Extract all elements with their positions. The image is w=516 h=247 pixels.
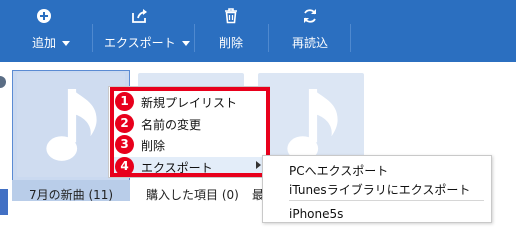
refresh-icon [280,8,340,26]
reload-button[interactable]: 再読込 [280,0,340,62]
toolbar: 追加 エクスポート 削除 再読込 [0,0,516,62]
add-button[interactable]: 追加 [20,0,82,62]
toolbar-separator [194,24,195,52]
reload-label: 再読込 [291,36,328,50]
menu-item-export[interactable]: エクスポート [141,159,213,176]
menu-item-new-playlist[interactable]: 新規プレイリスト [141,94,237,111]
trash-icon [206,8,256,26]
chevron-down-icon [181,41,190,46]
menu-item-delete[interactable]: 削除 [141,137,165,154]
submenu-item-export-itunes[interactable]: iTunesライブラリにエクスポート [289,181,470,198]
playlist-title: 7月の新曲 (11) [29,188,114,202]
step-number-badge: 4 [115,157,134,176]
delete-label: 削除 [218,36,243,50]
menu-item-rename[interactable]: 名前の変更 [141,116,201,133]
export-button[interactable]: エクスポート [104,0,190,62]
toolbar-separator [350,24,351,52]
sidebar [0,62,8,247]
sidebar-indicator[interactable] [0,76,6,88]
step-number-badge: 2 [115,114,134,133]
submenu-item-device[interactable]: iPhone5s [289,207,343,221]
step-number-badge: 3 [115,135,134,154]
toolbar-separator [268,24,269,52]
chevron-right-icon [256,161,261,169]
share-icon [104,8,186,26]
playlist-title: 購入した項目 (0) [146,188,239,202]
delete-button[interactable]: 削除 [206,0,256,62]
submenu-item-export-pc[interactable]: PCへエクスポート [289,162,388,179]
export-label: エクスポート [104,36,176,50]
toolbar-separator [92,24,93,52]
music-note-icon [46,89,97,161]
submenu-divider [289,200,484,201]
export-submenu: PCへエクスポート iTunesライブラリにエクスポート iPhone5s [262,155,492,223]
sidebar-active-item[interactable] [0,189,8,215]
plus-circle-icon [20,8,82,26]
step-number-badge: 1 [115,92,134,111]
chevron-down-icon [62,41,70,46]
add-label: 追加 [31,36,56,50]
